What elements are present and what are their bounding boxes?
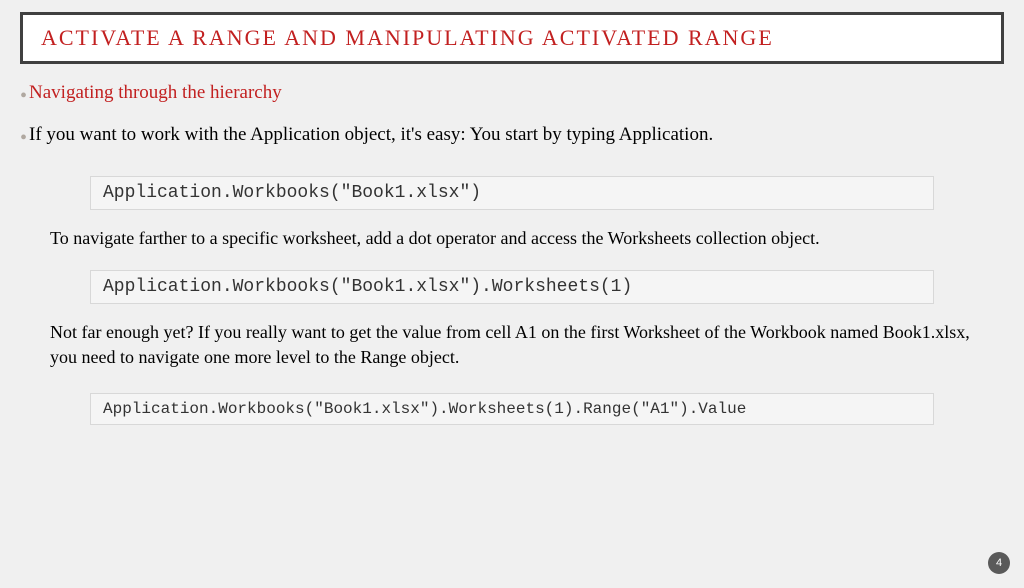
code-block-3: Application.Workbooks("Book1.xlsx").Work… <box>90 393 934 425</box>
page-number-badge: 4 <box>988 552 1010 574</box>
slide-title: ACTIVATE A RANGE AND MANIPULATING ACTIVA… <box>41 25 983 51</box>
code-block-2: Application.Workbooks("Book1.xlsx").Work… <box>90 270 934 304</box>
bullet-line-2: • If you want to work with the Applicati… <box>20 124 1004 148</box>
subheading: Navigating through the hierarchy <box>29 82 282 104</box>
body-text: If you want to work with the Application… <box>29 124 713 146</box>
paragraph-1: To navigate farther to a specific worksh… <box>50 226 974 250</box>
bullet-icon: • <box>20 128 27 148</box>
slide-content: • Navigating through the hierarchy • If … <box>0 82 1024 425</box>
paragraph-2: Not far enough yet? If you really want t… <box>50 320 974 369</box>
code-block-1: Application.Workbooks("Book1.xlsx") <box>90 176 934 210</box>
bullet-icon: • <box>20 86 27 106</box>
bullet-line-1: • Navigating through the hierarchy <box>20 82 1004 106</box>
slide-title-box: ACTIVATE A RANGE AND MANIPULATING ACTIVA… <box>20 12 1004 64</box>
